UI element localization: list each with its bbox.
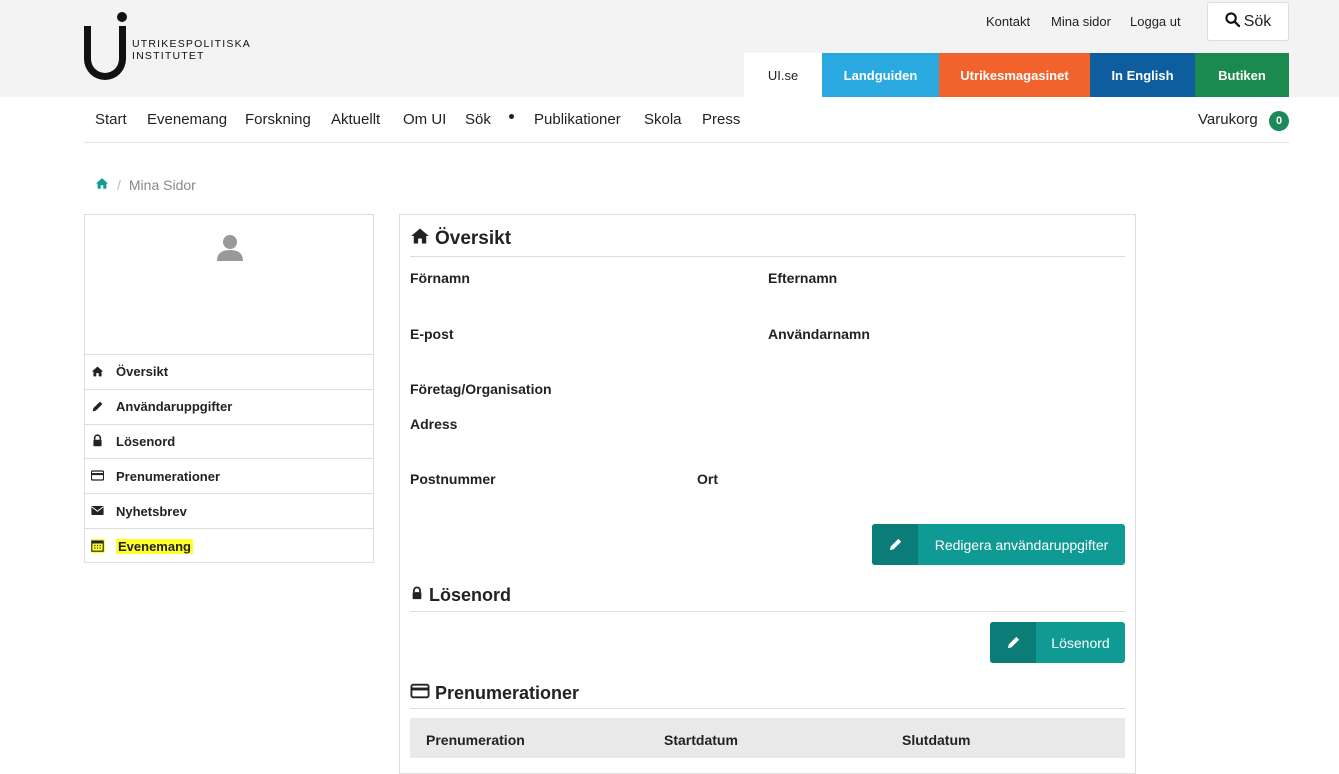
tab-landguiden-label: Landguiden xyxy=(843,67,918,83)
subscriptions-table-header: Prenumeration Startdatum Slutdatum xyxy=(410,718,1125,758)
sidebar-item-label: Lösenord xyxy=(116,433,176,449)
sidebar-item-label: Översikt xyxy=(116,364,169,380)
subscriptions-heading: Prenumerationer xyxy=(410,683,579,704)
my-pages-link[interactable]: Mina sidor xyxy=(1051,14,1111,29)
sidebar-item-anvandaruppgifter[interactable]: Användaruppgifter xyxy=(85,390,373,425)
edit-user-details-label: Redigera användaruppgifter xyxy=(934,536,1109,553)
account-sidebar: Översikt Användaruppgifter Lösenord Pren… xyxy=(84,214,374,563)
tab-butiken[interactable]: Butiken xyxy=(1195,53,1289,97)
user-avatar-icon xyxy=(215,233,245,263)
sidebar-item-label: Användaruppgifter xyxy=(116,399,233,415)
column-header[interactable]: Startdatum xyxy=(664,732,738,748)
nav-forskning[interactable]: Forskning xyxy=(245,111,311,128)
email-label: E-post xyxy=(410,326,454,342)
breadcrumb-current: Mina Sidor xyxy=(128,177,196,193)
overview-title: Översikt xyxy=(435,228,512,249)
overview-heading: Översikt xyxy=(410,227,511,251)
credit-card-icon xyxy=(410,683,430,704)
tab-landguiden[interactable]: Landguiden xyxy=(822,53,939,97)
sidebar-item-prenumerationer[interactable]: Prenumerationer xyxy=(85,459,373,495)
password-title: Lösenord xyxy=(429,585,512,605)
postal-code-label: Postnummer xyxy=(410,471,496,487)
tab-utrikesmagasinet-label: Utrikesmagasinet xyxy=(960,67,1069,83)
column-header[interactable]: Prenumeration xyxy=(426,732,525,748)
pencil-icon xyxy=(91,400,105,414)
nav-press[interactable]: Press xyxy=(702,111,740,128)
search-button-label: Sök xyxy=(1243,12,1272,30)
search-icon xyxy=(1225,11,1240,32)
logo-line-1: UTRIKESPOLITISKA xyxy=(132,38,251,50)
credit-card-icon xyxy=(91,469,105,483)
logo-u-mark xyxy=(84,26,126,80)
password-heading: Lösenord xyxy=(410,585,511,606)
tab-in-english[interactable]: In English xyxy=(1090,53,1195,97)
last-name-label: Efternamn xyxy=(768,270,838,286)
sidebar-item-label: Prenumerationer xyxy=(116,468,221,484)
column-header[interactable]: Slutdatum xyxy=(902,732,970,748)
nav-evenemang[interactable]: Evenemang xyxy=(147,111,227,128)
tab-ui-se-label: UI.se xyxy=(767,67,799,83)
overview-divider xyxy=(410,256,1125,257)
lock-icon xyxy=(91,434,105,448)
username-label: Användarnamn xyxy=(768,326,870,342)
password-divider xyxy=(410,611,1125,612)
sidebar-item-evenemang[interactable]: Evenemang xyxy=(85,529,373,564)
nav-start[interactable]: Start xyxy=(95,111,127,128)
company-label: Företag/Organisation xyxy=(410,381,552,397)
tab-ui-se[interactable]: UI.se xyxy=(744,53,822,97)
envelope-icon xyxy=(91,504,105,518)
nav-separator-dot xyxy=(509,114,514,119)
calendar-icon xyxy=(91,539,105,554)
tab-in-english-label: In English xyxy=(1111,67,1174,83)
logo-line-2: INSTITUTET xyxy=(132,50,205,62)
change-password-label: Lösenord xyxy=(1051,634,1110,651)
pencil-icon xyxy=(990,622,1036,663)
sidebar-item-label: Evenemang xyxy=(116,538,193,554)
sidebar-item-nyhetsbrev[interactable]: Nyhetsbrev xyxy=(85,494,373,529)
profile-box xyxy=(85,215,373,355)
nav-om-ui[interactable]: Om UI xyxy=(403,111,446,128)
address-label: Adress xyxy=(410,416,458,432)
edit-user-details-button[interactable]: Redigera användaruppgifter xyxy=(872,524,1125,565)
cart-count-badge[interactable]: 0 xyxy=(1269,111,1289,131)
logo-dot xyxy=(117,12,127,22)
tab-utrikesmagasinet[interactable]: Utrikesmagasinet xyxy=(939,53,1090,97)
pencil-icon xyxy=(872,524,918,565)
logout-link[interactable]: Logga ut xyxy=(1130,14,1181,29)
city-label: Ort xyxy=(697,471,718,487)
logo-text: UTRIKESPOLITISKA INSTITUTET xyxy=(132,38,251,62)
home-icon xyxy=(91,365,105,379)
cart-link[interactable]: Varukorg xyxy=(1198,111,1258,128)
logo[interactable]: UTRIKESPOLITISKA INSTITUTET xyxy=(84,12,250,82)
first-name-label: Förnamn xyxy=(410,270,470,286)
nav-sok[interactable]: Sök xyxy=(465,111,491,128)
home-icon xyxy=(410,227,430,251)
change-password-button[interactable]: Lösenord xyxy=(990,622,1125,663)
nav-publikationer[interactable]: Publikationer xyxy=(534,111,621,128)
subscriptions-divider xyxy=(410,708,1125,709)
nav-skola[interactable]: Skola xyxy=(644,111,682,128)
sidebar-item-label: Nyhetsbrev xyxy=(116,503,187,519)
breadcrumb: / Mina Sidor xyxy=(95,177,196,193)
contact-link[interactable]: Kontakt xyxy=(986,14,1030,29)
sidebar-item-losenord[interactable]: Lösenord xyxy=(85,425,373,460)
breadcrumb-separator: / xyxy=(117,177,121,193)
subscriptions-title: Prenumerationer xyxy=(435,683,580,703)
tab-butiken-label: Butiken xyxy=(1218,67,1266,83)
home-icon[interactable] xyxy=(95,177,109,193)
sidebar-item-oversikt[interactable]: Översikt xyxy=(85,355,373,390)
nav-aktuellt[interactable]: Aktuellt xyxy=(331,111,380,128)
search-button[interactable]: Sök xyxy=(1207,2,1289,41)
lock-icon xyxy=(410,585,424,606)
overview-panel: Översikt Förnamn Efternamn E-post Använd… xyxy=(399,214,1136,774)
